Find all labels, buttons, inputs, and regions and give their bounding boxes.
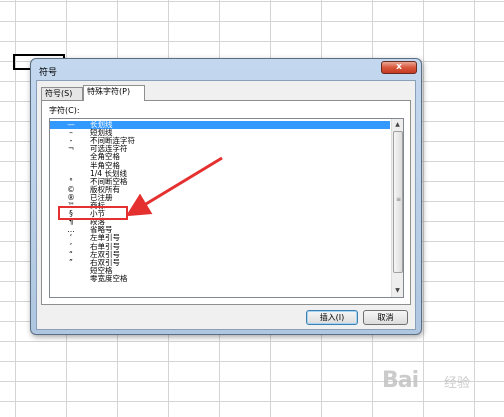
tab-special-characters[interactable]: 特殊字符(P) <box>83 85 145 101</box>
watermark-suffix: 经验 <box>444 376 471 391</box>
annotation-arrow-icon <box>125 156 223 217</box>
watermark-logo: Bai <box>382 368 419 393</box>
